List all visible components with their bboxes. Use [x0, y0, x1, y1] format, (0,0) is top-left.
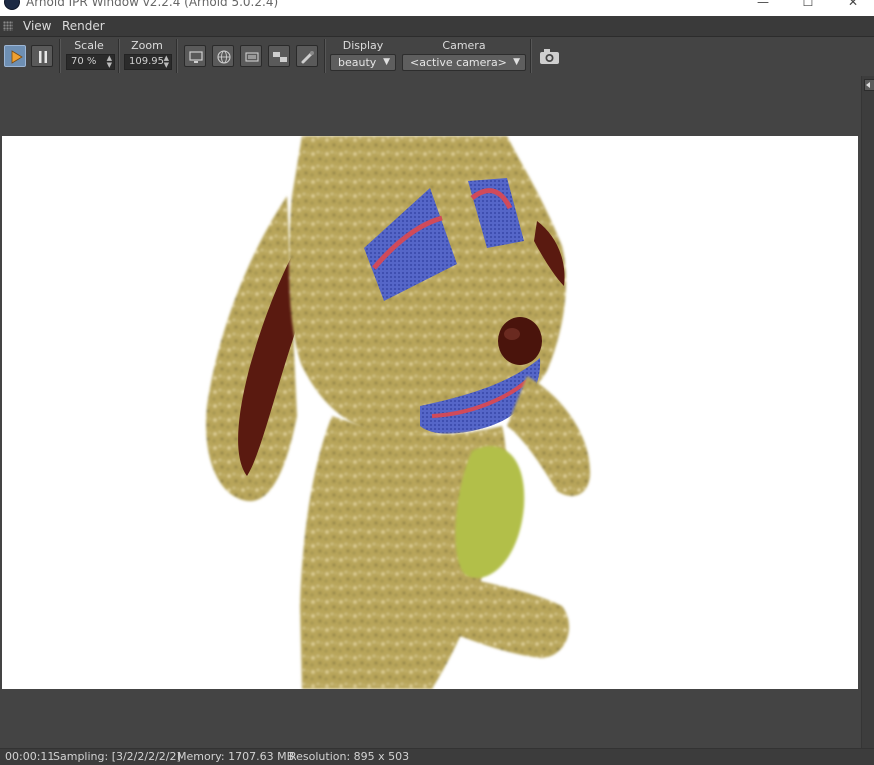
minimize-button[interactable]: — [740, 0, 786, 11]
display-label: Display [342, 39, 384, 52]
monitor-icon [189, 51, 203, 63]
snapshot-button[interactable] [538, 47, 562, 67]
camera-label: Camera [442, 39, 486, 52]
toolbar-separator [118, 39, 120, 73]
chevron-down-icon: ▼ [383, 57, 390, 67]
compare-button[interactable] [268, 45, 290, 67]
play-icon [11, 50, 23, 64]
zoom-spinbox[interactable]: 109.95 ▲ ▼ [124, 54, 172, 70]
toolbar-separator [176, 39, 178, 73]
camera-value: <active camera> [410, 56, 507, 69]
pause-button[interactable] [31, 45, 53, 67]
close-button[interactable]: ✕ [830, 0, 874, 11]
scale-value: 70 % [71, 56, 97, 67]
status-bar: 00:00:11 Sampling: [3/2/2/2/2/2] Memory:… [0, 748, 874, 765]
status-memory: Memory: 1707.63 MB [177, 750, 295, 763]
status-time: 00:00:11 [5, 750, 55, 763]
display-dropdown[interactable]: beauty ▼ [330, 54, 396, 71]
scale-label: Scale [74, 39, 104, 52]
render-image [2, 136, 858, 689]
toolbar: Scale 70 % ▲ ▼ Zoom 109.95 ▲ ▼ Display b… [0, 37, 874, 75]
camera-dropdown[interactable]: <active camera> ▼ [402, 54, 526, 71]
region-icon [245, 52, 259, 62]
zoom-label: Zoom [131, 39, 163, 52]
plush-dog-render [206, 136, 591, 689]
maximize-button[interactable]: ☐ [785, 0, 831, 11]
title-bar: Arnold IPR Window v2.2.4 (Arnold 5.0.2.4… [0, 0, 874, 16]
globe-icon [217, 50, 231, 64]
toolbar-separator [324, 39, 326, 73]
chevron-down-icon: ▼ [513, 57, 520, 67]
brush-icon [301, 51, 314, 64]
display-value: beauty [338, 56, 377, 69]
monitor-button[interactable] [184, 45, 206, 67]
globe-button[interactable] [212, 45, 234, 67]
scale-spinbox[interactable]: 70 % ▲ ▼ [66, 54, 115, 70]
menu-render[interactable]: Render [62, 19, 105, 33]
brush-button[interactable] [296, 45, 318, 67]
spin-arrows-icon[interactable]: ▲ ▼ [107, 55, 112, 69]
spin-arrows-icon[interactable]: ▲ ▼ [164, 55, 169, 69]
play-button[interactable] [4, 45, 26, 67]
side-panel-collapsed [861, 76, 874, 748]
grip-icon[interactable] [3, 21, 13, 31]
region-button[interactable] [240, 45, 262, 67]
toolbar-separator [59, 39, 61, 73]
expand-panel-icon[interactable] [864, 79, 874, 91]
camera-icon [540, 49, 559, 64]
zoom-value: 109.95 [129, 56, 164, 67]
compare-icon [273, 52, 287, 62]
status-resolution: Resolution: 895 x 503 [289, 750, 410, 763]
menu-view[interactable]: View [23, 19, 51, 33]
toolbar-separator [530, 39, 532, 73]
menu-bar: View Render [0, 16, 874, 37]
status-sampling: Sampling: [3/2/2/2/2/2] [53, 750, 181, 763]
pause-icon [39, 51, 47, 63]
window-title: Arnold IPR Window v2.2.4 (Arnold 5.0.2.4… [26, 0, 279, 9]
app-icon [4, 0, 20, 10]
